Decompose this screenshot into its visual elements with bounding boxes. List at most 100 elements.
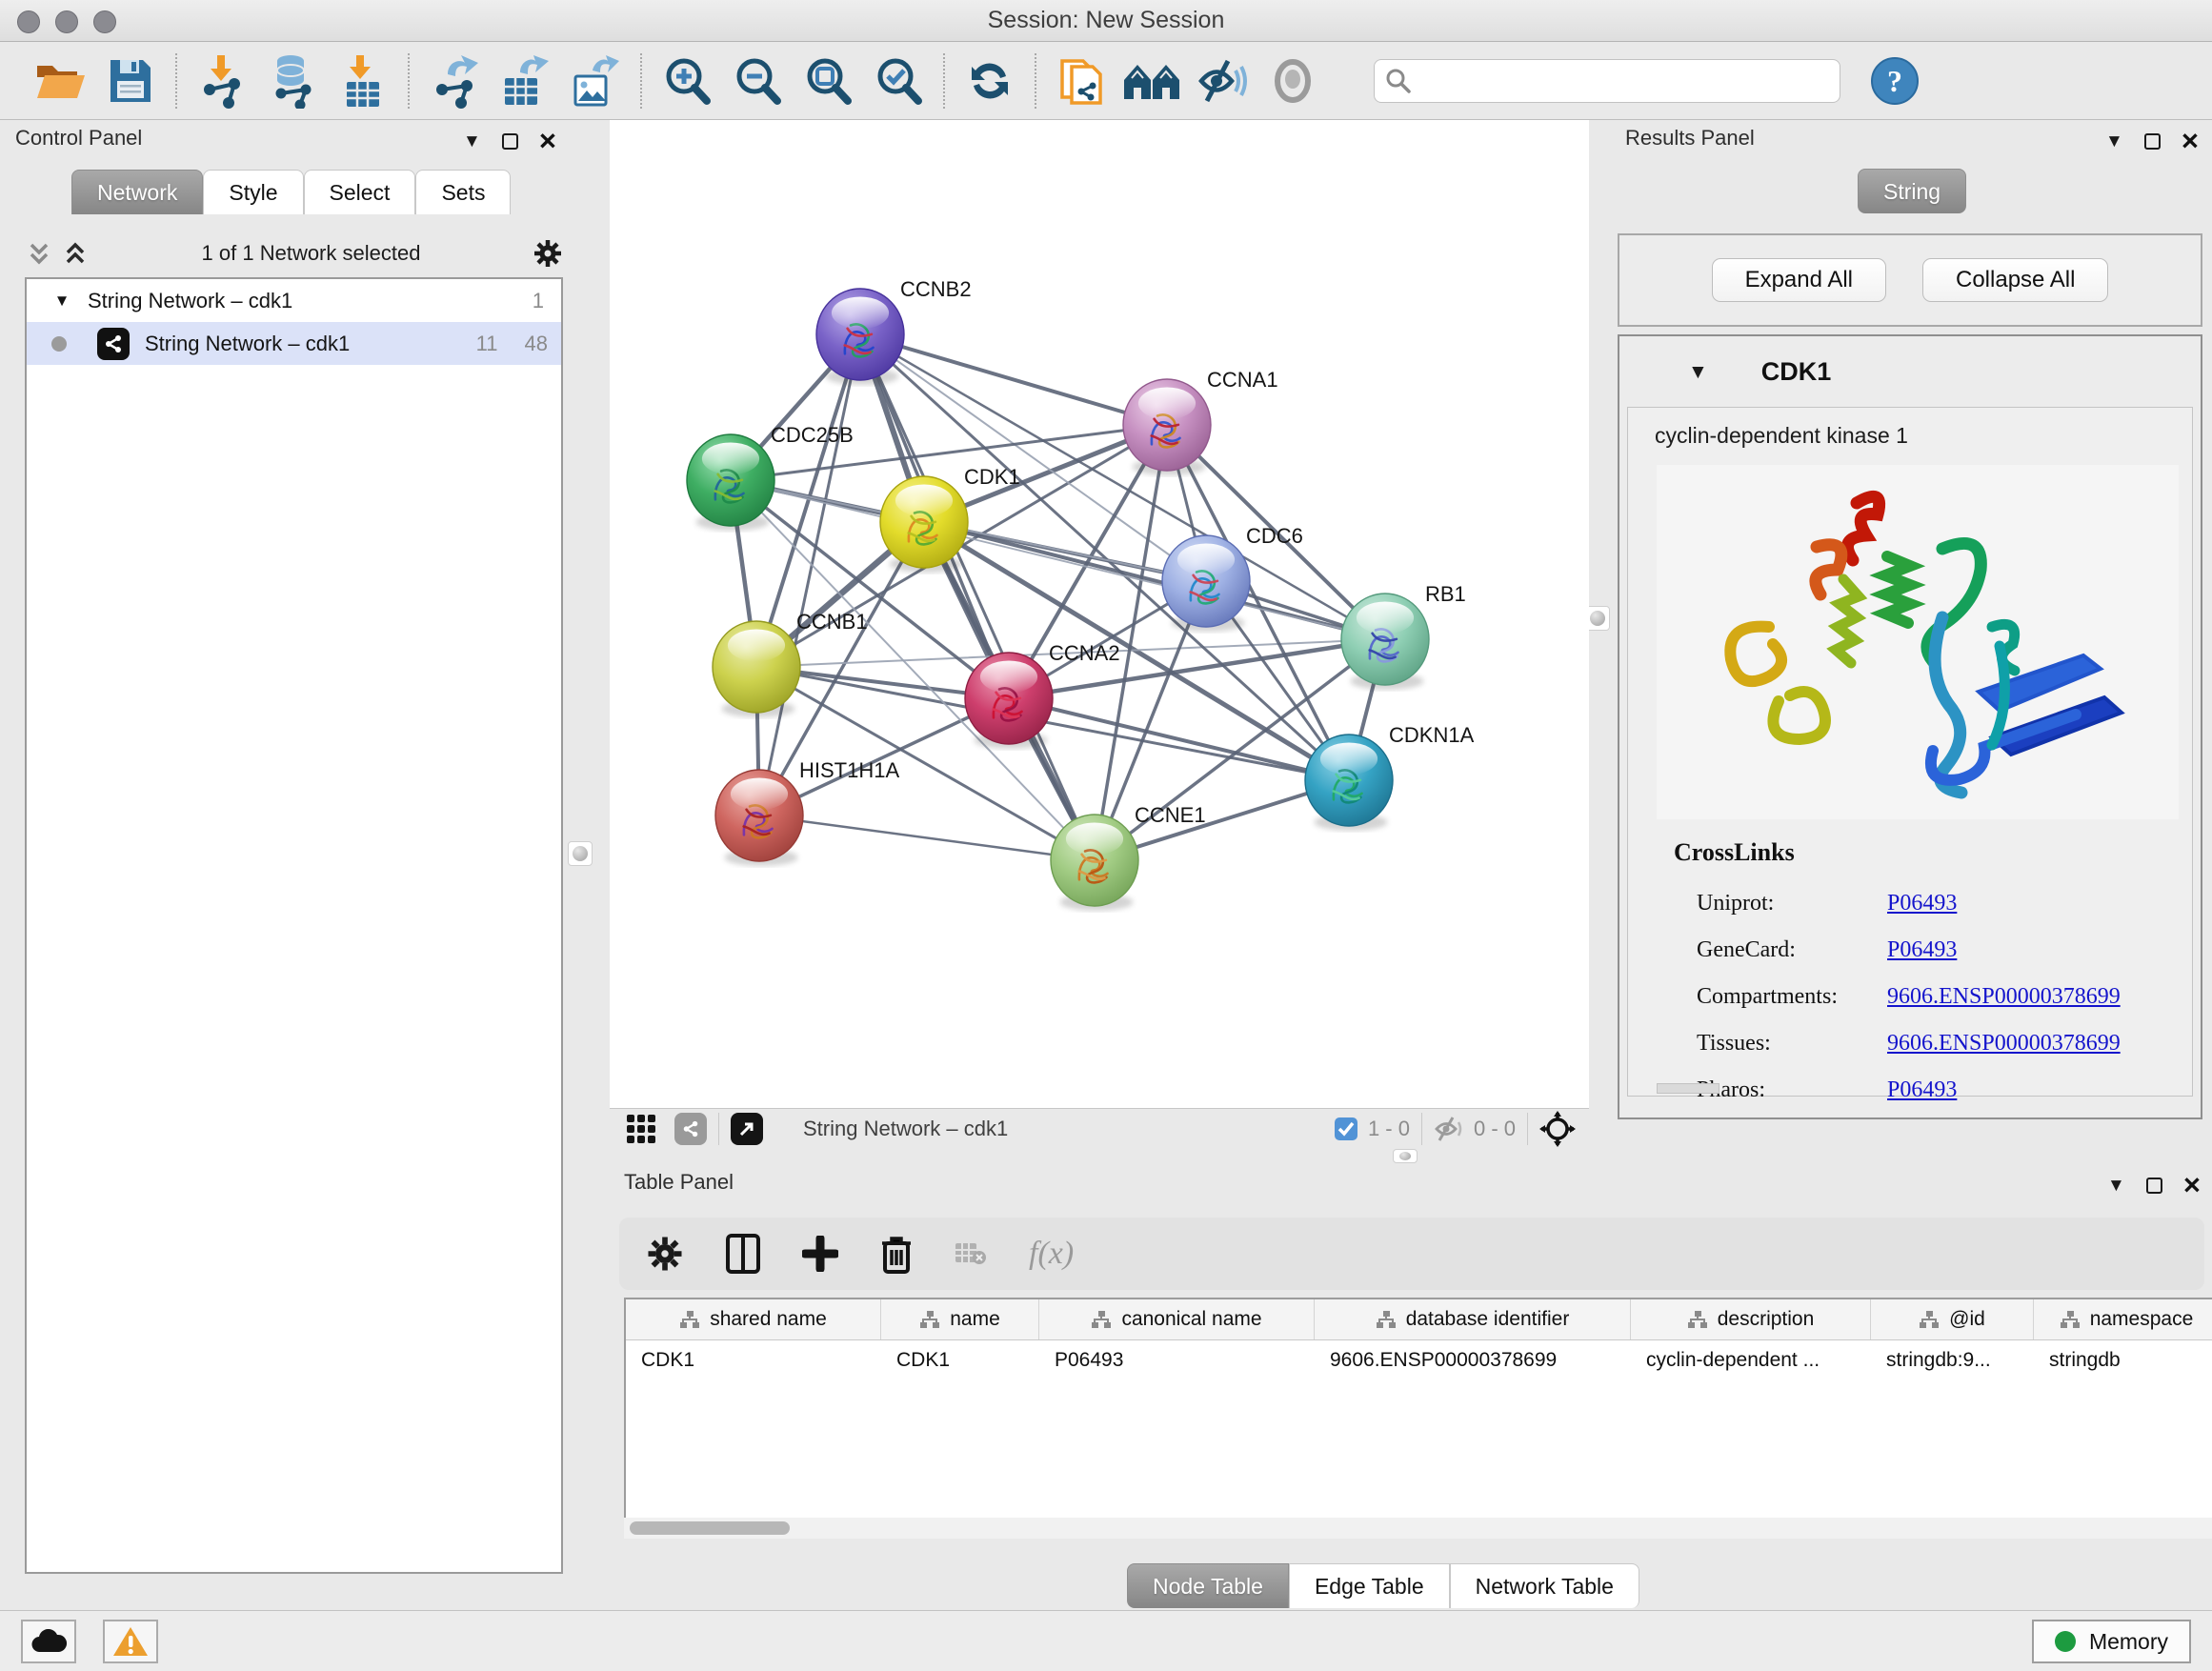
tab-select[interactable]: Select xyxy=(304,170,416,214)
copy-network-button[interactable] xyxy=(1046,50,1116,111)
tab-network-table[interactable]: Network Table xyxy=(1450,1563,1639,1608)
birdseye-view-icon[interactable] xyxy=(731,1113,763,1145)
tab-sets[interactable]: Sets xyxy=(415,170,511,214)
hidden-eye-slash-icon[interactable] xyxy=(1434,1117,1464,1141)
panel-close-icon[interactable]: × xyxy=(539,130,556,153)
zoom-fit-button[interactable] xyxy=(793,50,863,111)
edge-CCNE1-HIST1H1A[interactable] xyxy=(759,815,1095,860)
column-header-shared-name[interactable]: shared name xyxy=(626,1299,881,1339)
panel-float-icon[interactable] xyxy=(502,133,518,150)
control-panel-controls: ▼ × xyxy=(463,130,556,153)
network-list-toolbar: 1 of 1 Network selected xyxy=(25,231,563,276)
import-table-button[interactable] xyxy=(328,50,398,111)
column-header-description[interactable]: description xyxy=(1631,1299,1871,1339)
panel-float-icon[interactable] xyxy=(2146,1178,2162,1194)
panel-menu-icon[interactable]: ▼ xyxy=(2107,1177,2125,1195)
edge-CCNB2-HIST1H1A[interactable] xyxy=(759,334,860,815)
gene-collapse-icon[interactable]: ▼ xyxy=(1688,362,1708,382)
crosslinks-rows: Uniprot:P06493GeneCard:P06493Compartment… xyxy=(1697,880,2192,1114)
node-CDK1[interactable]: CDK1 xyxy=(880,465,1020,573)
save-session-button[interactable] xyxy=(95,50,166,111)
protein-structure-image xyxy=(1657,465,2179,819)
crosslink-link[interactable]: P06493 xyxy=(1887,937,1957,963)
crosslink-link[interactable]: 9606.ENSP00000378699 xyxy=(1887,984,2121,1010)
crosslink-link[interactable]: 9606.ENSP00000378699 xyxy=(1887,1031,2121,1057)
tab-edge-table[interactable]: Edge Table xyxy=(1289,1563,1450,1608)
cell: P06493 xyxy=(1039,1340,1315,1380)
column-type-icon xyxy=(1376,1310,1397,1329)
panel-close-icon[interactable]: × xyxy=(2182,130,2199,153)
node-CDKN1A[interactable]: CDKN1A xyxy=(1305,723,1475,831)
tab-node-table[interactable]: Node Table xyxy=(1127,1563,1289,1608)
node-HIST1H1A[interactable]: HIST1H1A xyxy=(715,758,899,866)
hide-selected-button[interactable] xyxy=(1187,50,1257,111)
selected-checkbox-icon[interactable] xyxy=(1334,1117,1358,1141)
table-row[interactable]: CDK1CDK1P064939606.ENSP00000378699cyclin… xyxy=(626,1340,2212,1380)
import-network-file-button[interactable] xyxy=(187,50,257,111)
crosslink-link[interactable]: P06493 xyxy=(1887,891,1957,916)
grid-view-icon[interactable] xyxy=(625,1113,657,1145)
horizontal-splitter-handle[interactable] xyxy=(1393,1149,1418,1163)
zoom-in-button[interactable] xyxy=(652,50,722,111)
first-neighbors-button[interactable] xyxy=(1116,50,1187,111)
tab-style[interactable]: Style xyxy=(203,170,303,214)
import-network-database-button[interactable] xyxy=(257,50,328,111)
results-hscroll-stub[interactable] xyxy=(1657,1083,1719,1094)
node-RB1[interactable]: RB1 xyxy=(1341,582,1466,690)
results-gene-section: ▼ CDK1 cyclin-dependent kinase 1 xyxy=(1618,334,2202,1119)
tab-network[interactable]: Network xyxy=(71,170,203,214)
panel-menu-icon[interactable]: ▼ xyxy=(463,132,481,151)
node-label-CCNA1: CCNA1 xyxy=(1207,368,1278,392)
panel-menu-icon[interactable]: ▼ xyxy=(2105,132,2123,151)
network-canvas[interactable]: CCNB2CCNA1CDC25BCDK1CDC6RB1CCNB1CCNA2CDK… xyxy=(610,120,1589,1108)
left-splitter-handle[interactable] xyxy=(568,841,593,866)
zoom-selected-button[interactable] xyxy=(863,50,934,111)
network-options-gear-icon[interactable] xyxy=(533,238,563,269)
refresh-layout-button[interactable] xyxy=(955,50,1025,111)
node-CDC25B[interactable]: CDC25B xyxy=(687,423,854,531)
show-all-button[interactable] xyxy=(1257,50,1328,111)
gene-section-header[interactable]: ▼ CDK1 xyxy=(1619,336,2201,407)
panel-float-icon[interactable] xyxy=(2144,133,2161,150)
warnings-button[interactable] xyxy=(103,1620,158,1663)
table-hscroll-thumb[interactable] xyxy=(630,1521,790,1535)
eye-icon xyxy=(1268,56,1317,106)
collapse-all-button[interactable]: Collapse All xyxy=(1922,258,2108,302)
node-CCNE1[interactable]: CCNE1 xyxy=(1051,803,1206,911)
help-button[interactable]: ? xyxy=(1860,50,1930,111)
search-input[interactable] xyxy=(1413,69,1813,93)
fit-target-icon[interactable] xyxy=(1539,1111,1576,1147)
zoom-out-button[interactable] xyxy=(722,50,793,111)
panel-close-icon[interactable]: × xyxy=(2183,1174,2201,1198)
expand-all-icon[interactable] xyxy=(61,239,90,268)
node-CCNB2[interactable]: CCNB2 xyxy=(816,277,972,385)
tab-string[interactable]: String xyxy=(1858,169,1966,213)
delete-column-icon[interactable] xyxy=(880,1234,913,1274)
cloud-button[interactable] xyxy=(21,1620,76,1663)
column-header-name[interactable]: name xyxy=(881,1299,1039,1339)
select-columns-icon[interactable] xyxy=(726,1234,760,1274)
add-column-icon[interactable] xyxy=(802,1236,838,1272)
table-hscrollbar[interactable] xyxy=(624,1518,2212,1539)
column-header--id[interactable]: @id xyxy=(1871,1299,2034,1339)
collection-expand-icon[interactable]: ▼ xyxy=(48,292,76,311)
export-image-button[interactable] xyxy=(560,50,631,111)
expand-all-button[interactable]: Expand All xyxy=(1712,258,1886,302)
network-collection-row[interactable]: ▼ String Network – cdk1 1 xyxy=(27,279,561,322)
collapse-all-icon[interactable] xyxy=(25,239,53,268)
column-header-canonical-name[interactable]: canonical name xyxy=(1039,1299,1315,1339)
edge-CCNB2-CCNA1[interactable] xyxy=(860,334,1167,425)
crosslink-link[interactable]: P06493 xyxy=(1887,1077,1957,1103)
network-share-view-icon[interactable] xyxy=(674,1113,707,1145)
memory-button[interactable]: Memory xyxy=(2032,1620,2191,1663)
node-CDC6[interactable]: CDC6 xyxy=(1162,524,1303,632)
column-header-database-identifier[interactable]: database identifier xyxy=(1315,1299,1631,1339)
column-type-icon xyxy=(1919,1310,1940,1329)
open-session-button[interactable] xyxy=(25,50,95,111)
function-builder-icon: f(x) xyxy=(1029,1236,1074,1272)
table-options-gear-icon[interactable] xyxy=(646,1235,684,1273)
column-header-namespace[interactable]: namespace xyxy=(2034,1299,2212,1339)
export-table-button[interactable] xyxy=(490,50,560,111)
export-network-button[interactable] xyxy=(419,50,490,111)
network-row[interactable]: String Network – cdk1 11 48 xyxy=(27,322,561,365)
